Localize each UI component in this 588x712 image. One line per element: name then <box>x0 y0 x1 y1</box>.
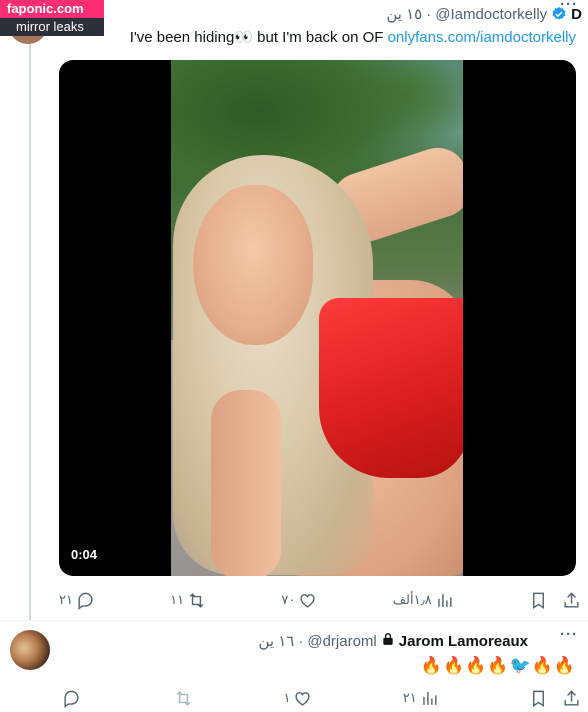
reply-button[interactable]: ٢١ <box>59 591 95 610</box>
video-frame <box>171 60 463 576</box>
lock-icon <box>381 632 395 650</box>
tweet-header: ١٥ ين · @Iamdoctorkelly D <box>386 4 582 24</box>
tweet-time[interactable]: ١٥ ين <box>386 5 422 23</box>
reply-author-name[interactable]: Jarom Lamoreaux <box>399 633 528 650</box>
share-button[interactable] <box>562 591 581 610</box>
share-button[interactable] <box>562 689 581 708</box>
retweet-icon <box>176 690 191 706</box>
divider <box>0 620 588 621</box>
like-button[interactable]: ٧٠ <box>281 591 317 610</box>
more-icon[interactable]: ··· <box>560 0 578 13</box>
views-icon <box>422 691 437 705</box>
bookmark-button[interactable] <box>529 689 548 708</box>
bookmark-icon <box>532 690 544 707</box>
reply-icon <box>64 690 79 708</box>
reply-time[interactable]: ١٦ ين <box>258 632 294 650</box>
reply-actions: ١ ٢١ <box>59 686 581 710</box>
views-icon <box>438 593 452 607</box>
retweet-button[interactable]: ١١ <box>170 591 206 610</box>
separator: · <box>298 632 304 650</box>
views-button[interactable]: ١٫٨ألف <box>393 591 454 610</box>
retweet-icon <box>189 592 204 608</box>
like-icon <box>295 691 311 706</box>
share-icon <box>564 591 579 608</box>
retweet-count: ١١ <box>170 592 185 607</box>
retweet-button[interactable] <box>171 689 193 708</box>
watermark-brand: faponic.com <box>0 0 104 18</box>
reply-avatar[interactable] <box>10 630 50 670</box>
tweet-text-body: I've been hiding👀 but I'm back on OF <box>129 29 388 46</box>
share-icon <box>564 689 579 706</box>
reply-header: ١٦ ين · @drjaroml Jarom Lamoreaux <box>258 632 528 651</box>
tweet-actions: ٢١ ١١ ٧٠ ١٫٨ألف <box>59 588 581 612</box>
more-icon[interactable]: ··· <box>560 626 578 643</box>
tweet-link[interactable]: onlyfans.com/iamdoctorkelly <box>388 29 576 46</box>
tweet-handle[interactable]: @Iamdoctorkelly <box>435 6 547 23</box>
thread-line <box>29 36 31 620</box>
like-button[interactable]: ١ <box>284 689 313 708</box>
like-icon <box>300 593 315 608</box>
video-timestamp: 0:04 <box>71 547 98 562</box>
like-count: ٧٠ <box>281 592 296 607</box>
reply-button[interactable] <box>59 689 81 708</box>
reply-icon <box>78 592 93 610</box>
reply-handle[interactable]: @drjaroml <box>307 633 376 650</box>
bookmark-icon <box>533 592 544 609</box>
reply-count: ٢١ <box>59 592 73 607</box>
separator: · <box>426 5 432 23</box>
reply-text: 🔥🔥🔥🔥🐦🔥🔥 <box>420 656 576 675</box>
views-count: ٢١ <box>402 690 417 705</box>
watermark-subtitle: mirror leaks <box>0 18 104 36</box>
bookmark-button[interactable] <box>529 591 548 610</box>
views-button[interactable]: ٢١ <box>403 689 439 708</box>
like-count: ١ <box>283 690 291 705</box>
video-player[interactable]: 0:04 <box>59 60 576 576</box>
tweet-text: I've been hiding👀 but I'm back on OF onl… <box>130 28 576 46</box>
views-count: ١٫٨ألف <box>392 592 432 607</box>
